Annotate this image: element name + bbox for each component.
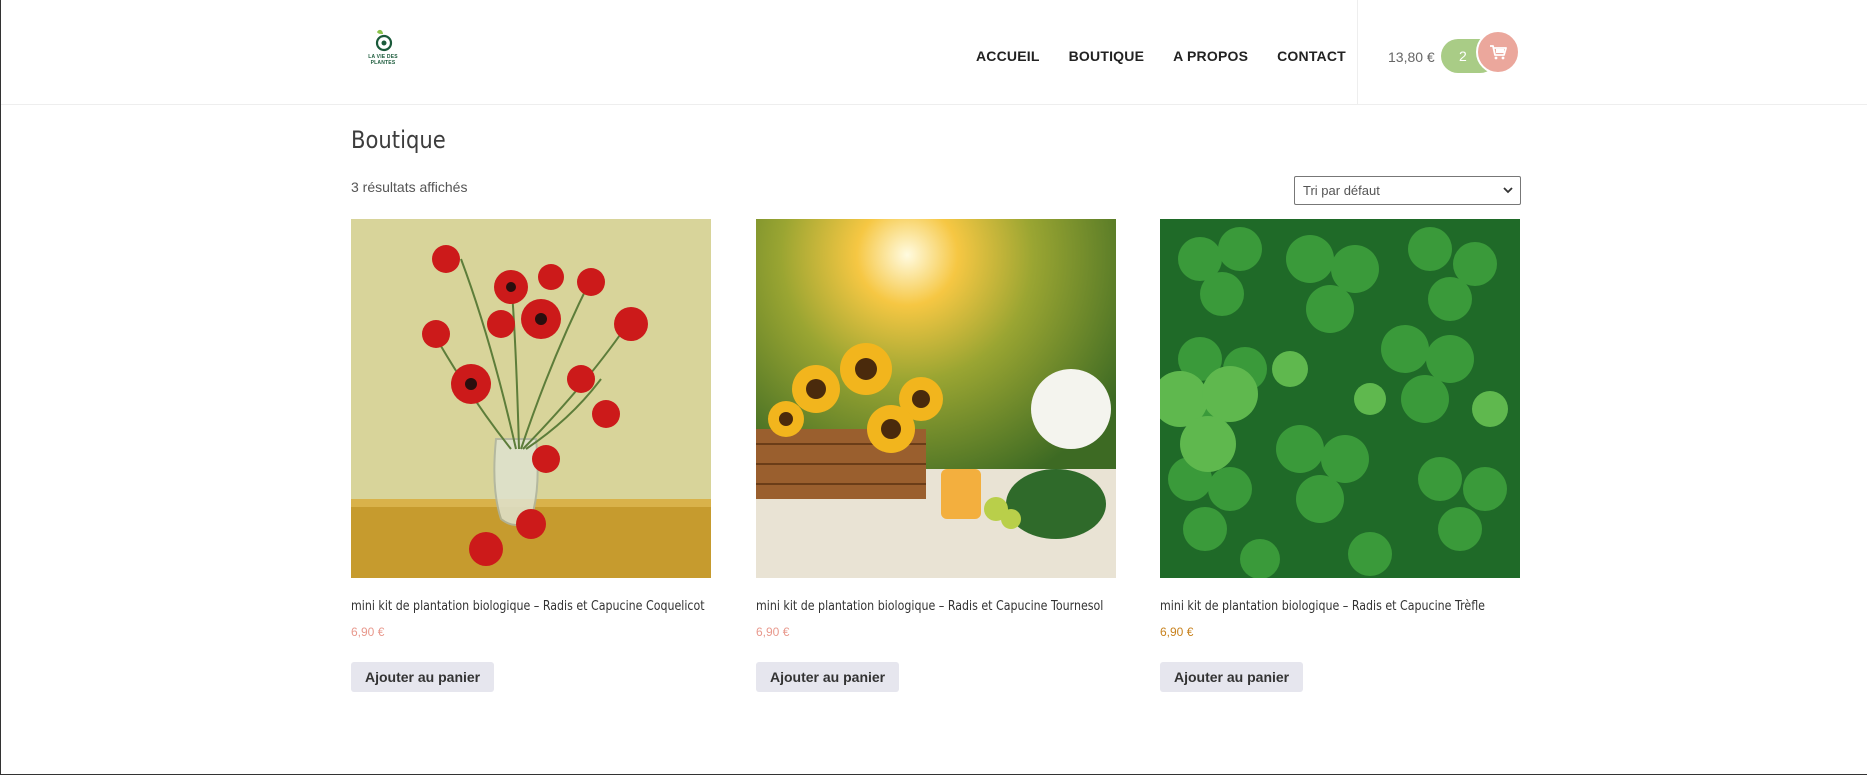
add-to-cart-button[interactable]: Ajouter au panier xyxy=(756,662,900,692)
product-image-clover[interactable] xyxy=(1160,219,1520,578)
nav-accueil[interactable]: ACCUEIL xyxy=(976,48,1040,64)
product-price: 6,90 € xyxy=(756,625,790,639)
site-header: LA VIE DES PLANTES ACCUEIL BOUTIQUE A PR… xyxy=(1,0,1867,105)
product-price: 6,90 € xyxy=(351,625,385,639)
leaf-logo-icon xyxy=(375,29,393,52)
cart-button[interactable] xyxy=(1476,30,1520,74)
product-card: mini kit de plantation biologique – Radi… xyxy=(756,219,1116,692)
chevron-down-icon xyxy=(1503,187,1513,194)
product-price: 6,90 € xyxy=(1160,625,1194,639)
product-name[interactable]: mini kit de plantation biologique – Radi… xyxy=(1160,599,1485,614)
cart-total[interactable]: 13,80 € xyxy=(1388,49,1435,65)
header-divider xyxy=(1357,0,1358,104)
product-image-poppies[interactable] xyxy=(351,219,711,578)
product-name[interactable]: mini kit de plantation biologique – Radi… xyxy=(756,599,1103,614)
product-card: mini kit de plantation biologique – Radi… xyxy=(351,219,711,692)
add-to-cart-button[interactable]: Ajouter au panier xyxy=(351,662,495,692)
page-title: Boutique xyxy=(351,126,446,154)
main-nav: ACCUEIL BOUTIQUE A PROPOS CONTACT xyxy=(976,48,1375,64)
add-to-cart-button[interactable]: Ajouter au panier xyxy=(1160,662,1304,692)
product-card: mini kit de plantation biologique – Radi… xyxy=(1160,219,1520,692)
sort-selected-value: Tri par défaut xyxy=(1303,183,1380,198)
product-name[interactable]: mini kit de plantation biologique – Radi… xyxy=(351,599,705,614)
cart-icon xyxy=(1490,45,1507,60)
site-logo[interactable]: LA VIE DES PLANTES xyxy=(363,28,403,72)
nav-boutique[interactable]: BOUTIQUE xyxy=(1069,48,1145,64)
sort-select[interactable]: Tri par défaut xyxy=(1294,176,1521,205)
nav-a-propos[interactable]: A PROPOS xyxy=(1173,48,1248,64)
nav-contact[interactable]: CONTACT xyxy=(1277,48,1346,64)
logo-text: LA VIE DES PLANTES xyxy=(368,54,398,66)
product-image-sunflowers[interactable] xyxy=(756,219,1116,578)
results-count: 3 résultats affichés xyxy=(351,179,468,195)
